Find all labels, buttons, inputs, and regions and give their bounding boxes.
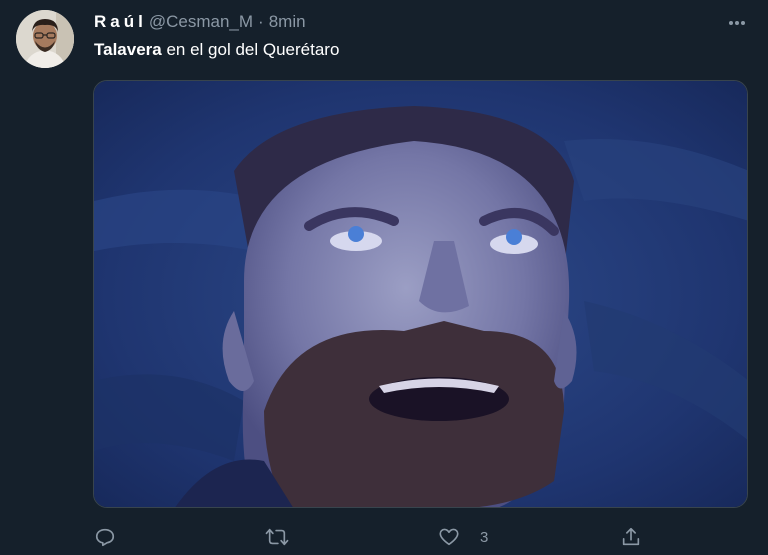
more-options-button[interactable] xyxy=(722,8,752,38)
retweet-icon xyxy=(265,528,289,546)
user-handle[interactable]: @Cesman_M xyxy=(149,12,253,32)
separator-dot: · xyxy=(258,12,264,31)
tweet-text-bold: Talavera xyxy=(94,40,162,59)
reply-icon xyxy=(95,528,115,547)
share-button[interactable] xyxy=(620,524,642,550)
share-icon xyxy=(622,527,640,546)
like-button[interactable]: 3 xyxy=(438,524,488,550)
tweet-media-image[interactable] xyxy=(93,80,748,508)
like-count: 3 xyxy=(480,528,489,546)
more-horizontal-icon xyxy=(729,21,745,25)
timestamp[interactable]: 8min xyxy=(269,12,306,32)
tweet[interactable]: Raúl @Cesman_M · 8min Talavera en el gol… xyxy=(0,0,768,555)
tweet-header: Raúl @Cesman_M · 8min xyxy=(94,10,306,34)
tweet-text-rest: en el gol del Querétaro xyxy=(161,40,340,59)
heart-icon xyxy=(439,528,459,546)
avatar[interactable] xyxy=(16,10,74,68)
display-name[interactable]: Raúl xyxy=(94,12,147,32)
man-looking-up-image xyxy=(94,81,747,507)
avatar-image xyxy=(16,10,74,68)
reply-button[interactable] xyxy=(94,524,116,550)
tweet-text: Talavera en el gol del Querétaro xyxy=(94,40,339,60)
retweet-button[interactable] xyxy=(264,524,290,550)
tweet-actions: 3 xyxy=(0,520,768,554)
